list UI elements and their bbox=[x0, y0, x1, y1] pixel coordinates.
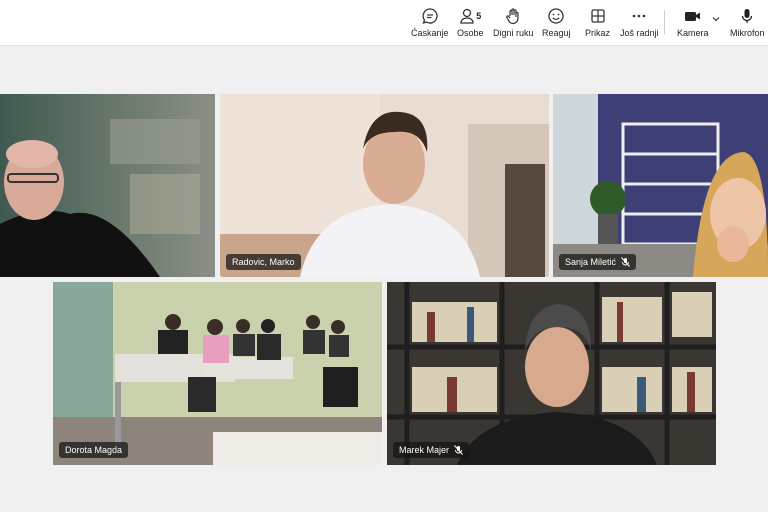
camera-options-chevron[interactable] bbox=[711, 14, 721, 24]
participant-name: Marek Majer bbox=[399, 445, 450, 455]
video-tile-participant-2[interactable]: Radovic, Marko bbox=[220, 94, 549, 277]
chat-label: Ćaskanje bbox=[411, 28, 449, 38]
video-tile-participant-4[interactable]: Dorota Magda bbox=[53, 282, 382, 465]
participant-video bbox=[53, 282, 382, 465]
chevron-down-icon bbox=[712, 17, 720, 22]
participant-name: Radovic, Marko bbox=[232, 257, 295, 267]
react-button[interactable]: Reaguj bbox=[542, 6, 571, 38]
raise-hand-label: Digni ruku bbox=[493, 28, 534, 38]
chat-icon bbox=[421, 6, 439, 26]
camera-label: Kamera bbox=[677, 28, 709, 38]
participant-video bbox=[553, 94, 768, 277]
microphone-button[interactable]: Mikrofon bbox=[730, 6, 765, 38]
view-button[interactable]: Prikaz bbox=[585, 6, 610, 38]
people-count: 5 bbox=[476, 11, 482, 21]
more-icon bbox=[630, 6, 648, 26]
people-button[interactable]: 5 Osobe bbox=[457, 6, 484, 38]
more-actions-button[interactable]: Još radnji bbox=[620, 6, 659, 38]
participant-video bbox=[387, 282, 716, 465]
raise-hand-button[interactable]: Digni ruku bbox=[493, 6, 534, 38]
participant-name-tag: Radovic, Marko bbox=[226, 254, 301, 270]
participant-name: Dorota Magda bbox=[65, 445, 123, 455]
video-tile-participant-5[interactable]: Marek Majer bbox=[387, 282, 716, 465]
participant-name-tag: Marek Majer bbox=[393, 442, 470, 458]
view-label: Prikaz bbox=[585, 28, 611, 38]
participant-name: Sanja Miletić bbox=[565, 257, 617, 267]
toolbar-divider bbox=[664, 10, 665, 34]
mic-muted-icon bbox=[454, 445, 463, 455]
view-grid-icon bbox=[589, 6, 607, 26]
meeting-toolbar: Ćaskanje 5 Osobe Digni ruku Reaguj Prika… bbox=[0, 0, 768, 46]
hand-icon bbox=[504, 6, 522, 26]
people-label: Osobe bbox=[457, 28, 484, 38]
participant-video bbox=[220, 94, 549, 277]
video-tile-participant-1[interactable] bbox=[0, 94, 215, 277]
microphone-label: Mikrofon bbox=[730, 28, 765, 38]
more-label: Još radnji bbox=[620, 28, 659, 38]
camera-icon bbox=[683, 6, 703, 26]
camera-button[interactable]: Kamera bbox=[677, 6, 709, 38]
emoji-icon bbox=[547, 6, 565, 26]
people-icon bbox=[460, 8, 474, 24]
react-label: Reaguj bbox=[542, 28, 571, 38]
chat-button[interactable]: Ćaskanje bbox=[411, 6, 449, 38]
participant-name-tag: Dorota Magda bbox=[59, 442, 129, 458]
participant-video bbox=[0, 94, 215, 277]
participant-name-tag: Sanja Miletić bbox=[559, 254, 637, 270]
mic-muted-icon bbox=[621, 257, 630, 267]
microphone-icon bbox=[738, 6, 756, 26]
video-tile-participant-3[interactable]: Sanja Miletić bbox=[553, 94, 768, 277]
